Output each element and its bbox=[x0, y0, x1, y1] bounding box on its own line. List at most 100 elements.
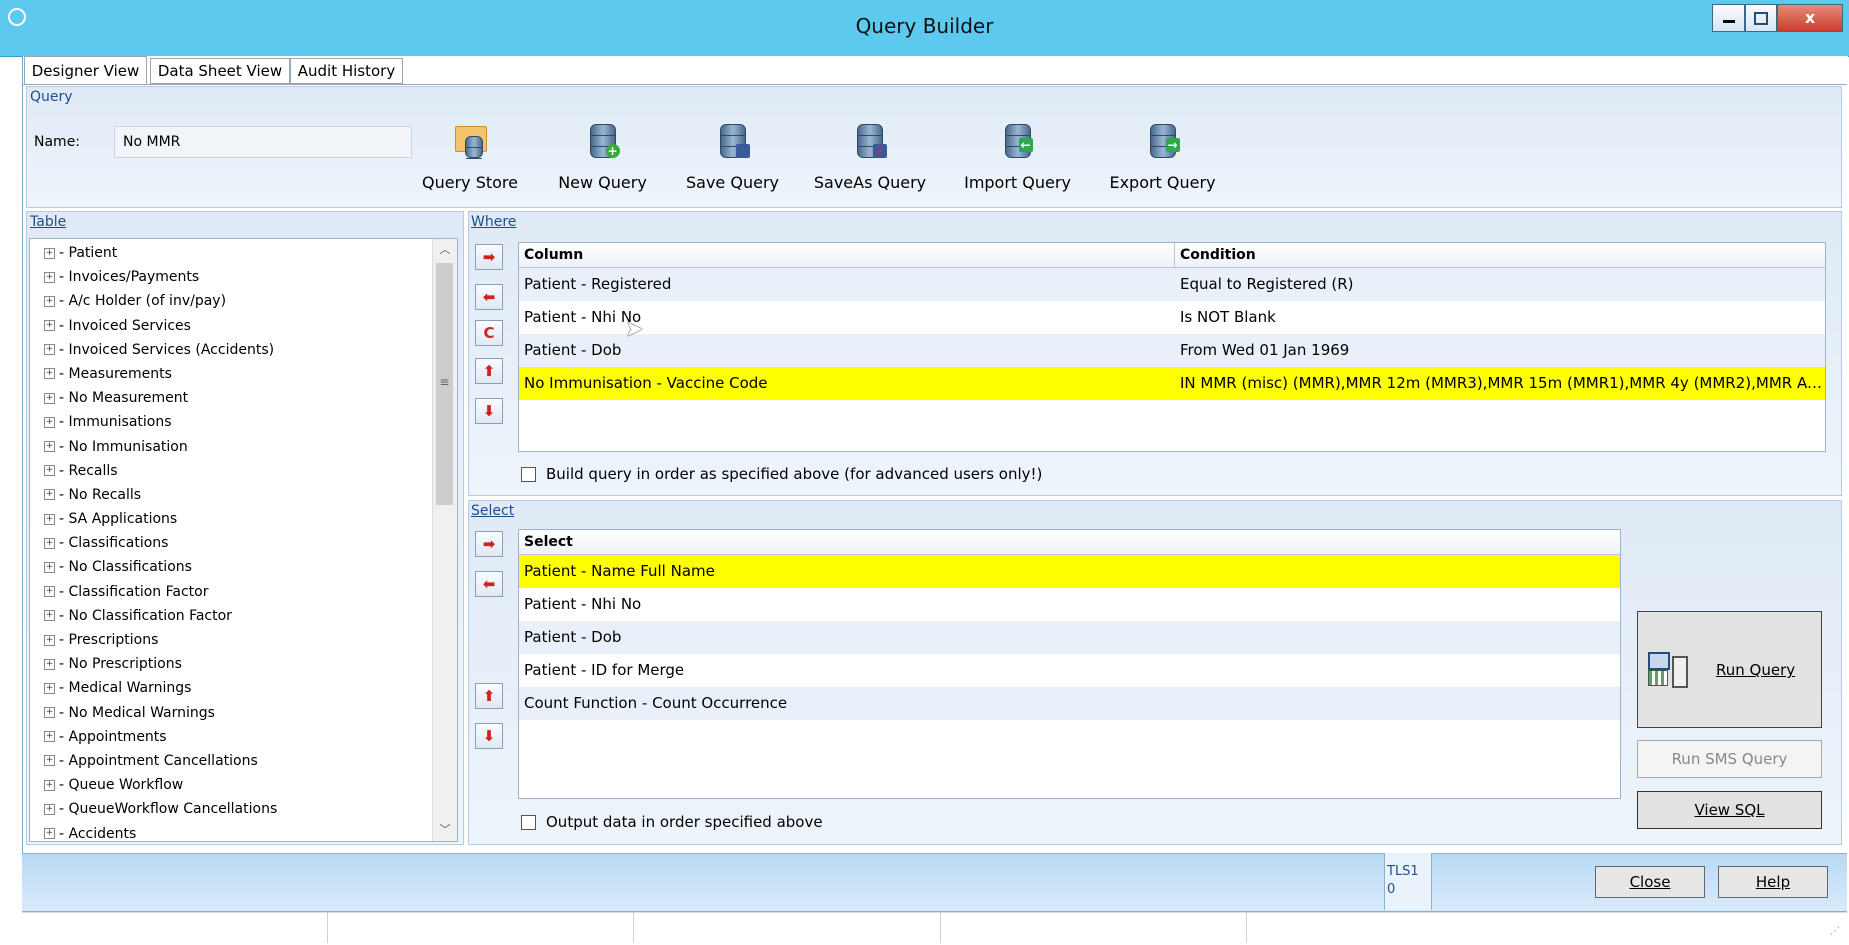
tree-item[interactable]: + - Accidents bbox=[30, 822, 434, 846]
select-remove-button[interactable]: ⬅ bbox=[475, 571, 503, 597]
tree-item[interactable]: + - Appointment Cancellations bbox=[30, 749, 434, 773]
export-query-button[interactable]: → Export Query bbox=[1105, 120, 1220, 192]
tree-item[interactable]: + - No Classifications bbox=[30, 555, 434, 579]
where-row[interactable]: Patient - Nhi No Is NOT Blank bbox=[519, 301, 1825, 334]
footer-divider-1 bbox=[327, 912, 328, 943]
expand-icon[interactable]: + bbox=[44, 561, 55, 573]
expand-icon[interactable]: + bbox=[44, 658, 55, 670]
tree-item-label: SA Applications bbox=[68, 511, 178, 528]
tree-item[interactable]: + - Immunisations bbox=[30, 410, 434, 434]
expand-icon[interactable]: + bbox=[44, 513, 55, 525]
expand-icon[interactable]: + bbox=[44, 537, 55, 549]
scroll-up-arrow-icon[interactable]: ︿ bbox=[433, 239, 457, 261]
expand-icon[interactable]: + bbox=[44, 392, 55, 404]
select-row[interactable]: Patient - Nhi No bbox=[519, 588, 1620, 621]
help-label: Help bbox=[1755, 873, 1791, 891]
expand-icon[interactable]: + bbox=[44, 586, 55, 598]
tree-item[interactable]: + - Medical Warnings bbox=[30, 676, 434, 700]
query-name-field[interactable]: No MMR bbox=[114, 126, 412, 158]
expand-icon[interactable]: + bbox=[44, 828, 55, 839]
tree-item[interactable]: + - Patient bbox=[30, 241, 434, 265]
expand-icon[interactable]: + bbox=[44, 368, 55, 380]
where-column-cell: Patient - Nhi No bbox=[524, 308, 642, 326]
tree-item[interactable]: + - Invoiced Services (Accidents) bbox=[30, 338, 434, 362]
tree-item[interactable]: + - Queue Workflow bbox=[30, 773, 434, 797]
output-order-checkbox[interactable] bbox=[521, 815, 536, 830]
build-order-checkbox[interactable] bbox=[521, 467, 536, 482]
expand-icon[interactable]: + bbox=[44, 731, 55, 743]
expand-icon[interactable]: + bbox=[44, 755, 55, 767]
tree-item[interactable]: + - A/c Holder (of inv/pay) bbox=[30, 289, 434, 313]
where-condition-cell: Equal to Registered (R) bbox=[1180, 275, 1354, 293]
help-button[interactable]: Help bbox=[1718, 866, 1828, 898]
tree-item[interactable]: + - SA Applications bbox=[30, 507, 434, 531]
expand-icon[interactable]: + bbox=[44, 610, 55, 622]
tab-designer-view[interactable]: Designer View bbox=[24, 56, 147, 84]
expand-icon[interactable]: + bbox=[44, 682, 55, 694]
expand-icon[interactable]: + bbox=[44, 441, 55, 452]
where-move-up-button[interactable]: ⬆ bbox=[475, 358, 503, 384]
where-add-button[interactable]: ➡ bbox=[475, 244, 503, 270]
save-query-button[interactable]: Save Query bbox=[685, 120, 780, 192]
expand-icon[interactable]: + bbox=[44, 295, 55, 307]
tree-item[interactable]: + - Classifications bbox=[30, 531, 434, 555]
where-row[interactable]: Patient - Dob From Wed 01 Jan 1969 bbox=[519, 334, 1825, 367]
resize-grip-icon[interactable]: ⋰ bbox=[1830, 926, 1840, 937]
expand-icon[interactable]: + bbox=[44, 634, 55, 646]
close-button[interactable]: Close bbox=[1595, 866, 1705, 898]
status-text-line2: 0 bbox=[1387, 882, 1396, 897]
expand-icon[interactable]: + bbox=[44, 344, 55, 356]
scroll-down-arrow-icon[interactable]: ﹀ bbox=[433, 819, 457, 841]
where-remove-button[interactable]: ⬅ bbox=[475, 284, 503, 310]
select-move-up-button[interactable]: ⬆ bbox=[475, 683, 503, 709]
tree-item[interactable]: + - Recalls bbox=[30, 459, 434, 483]
import-query-button[interactable]: ← Import Query bbox=[960, 120, 1075, 192]
select-row[interactable]: Patient - ID for Merge bbox=[519, 654, 1620, 687]
expand-icon[interactable]: + bbox=[44, 803, 55, 815]
tree-item[interactable]: + - No Immunisation bbox=[30, 435, 434, 459]
where-row[interactable]: Patient - Registered Equal to Registered … bbox=[519, 268, 1825, 301]
expand-icon[interactable]: + bbox=[44, 271, 55, 283]
select-move-down-button[interactable]: ⬇ bbox=[475, 723, 503, 749]
select-row[interactable]: Patient - Name Full Name bbox=[519, 555, 1620, 588]
select-row[interactable]: Count Function - Count Occurrence bbox=[519, 687, 1620, 720]
tree-item[interactable]: + - No Recalls bbox=[30, 483, 434, 507]
maximize-button[interactable] bbox=[1745, 4, 1777, 32]
expand-icon[interactable]: + bbox=[44, 247, 55, 259]
tab-audit-history[interactable]: Audit History bbox=[290, 58, 403, 84]
tree-item[interactable]: + - No Measurement bbox=[30, 386, 434, 410]
expand-icon[interactable]: + bbox=[44, 416, 55, 428]
tree-scrollbar[interactable]: ︿ ≡ ﹀ bbox=[432, 239, 457, 841]
expand-icon[interactable]: + bbox=[44, 320, 55, 332]
expand-icon[interactable]: + bbox=[44, 465, 55, 477]
where-move-down-button[interactable]: ⬇ bbox=[475, 398, 503, 424]
tree-item[interactable]: + - Invoiced Services bbox=[30, 314, 434, 338]
select-add-button[interactable]: ➡ bbox=[475, 531, 503, 557]
tree-item[interactable]: + - Classification Factor bbox=[30, 580, 434, 604]
minimize-button[interactable] bbox=[1712, 4, 1745, 32]
tree-item[interactable]: + - No Prescriptions bbox=[30, 652, 434, 676]
query-store-button[interactable]: Query Store bbox=[420, 120, 520, 192]
tree-item[interactable]: + - Prescriptions bbox=[30, 628, 434, 652]
expand-icon[interactable]: + bbox=[44, 707, 55, 719]
tree-item[interactable]: + - Appointments bbox=[30, 725, 434, 749]
where-row[interactable]: No Immunisation - Vaccine Code IN MMR (mi… bbox=[519, 367, 1825, 400]
run-query-button[interactable]: Run Query bbox=[1637, 611, 1822, 728]
new-query-button[interactable]: + New Query bbox=[555, 120, 650, 192]
expand-icon[interactable]: + bbox=[44, 489, 55, 501]
scroll-thumb[interactable]: ≡ bbox=[436, 263, 453, 505]
select-row[interactable]: Patient - Dob bbox=[519, 621, 1620, 654]
run-sms-query-button[interactable]: Run SMS Query bbox=[1637, 740, 1822, 778]
tree-item[interactable]: + - Measurements bbox=[30, 362, 434, 386]
view-sql-button[interactable]: View SQL bbox=[1637, 791, 1822, 829]
tab-data-sheet-view[interactable]: Data Sheet View bbox=[150, 58, 290, 84]
tree-item[interactable]: + - QueueWorkflow Cancellations bbox=[30, 797, 434, 821]
tree-item[interactable]: + - No Medical Warnings bbox=[30, 701, 434, 725]
expand-icon[interactable]: + bbox=[44, 779, 55, 791]
tree-item[interactable]: + - Invoices/Payments bbox=[30, 265, 434, 289]
where-condition-cell: Is NOT Blank bbox=[1180, 308, 1276, 326]
where-clear-button[interactable]: C bbox=[475, 320, 503, 346]
saveas-query-button[interactable]: ✓ SaveAs Query bbox=[810, 120, 930, 192]
tree-item[interactable]: + - No Classification Factor bbox=[30, 604, 434, 628]
close-window-button[interactable]: x bbox=[1777, 4, 1843, 32]
